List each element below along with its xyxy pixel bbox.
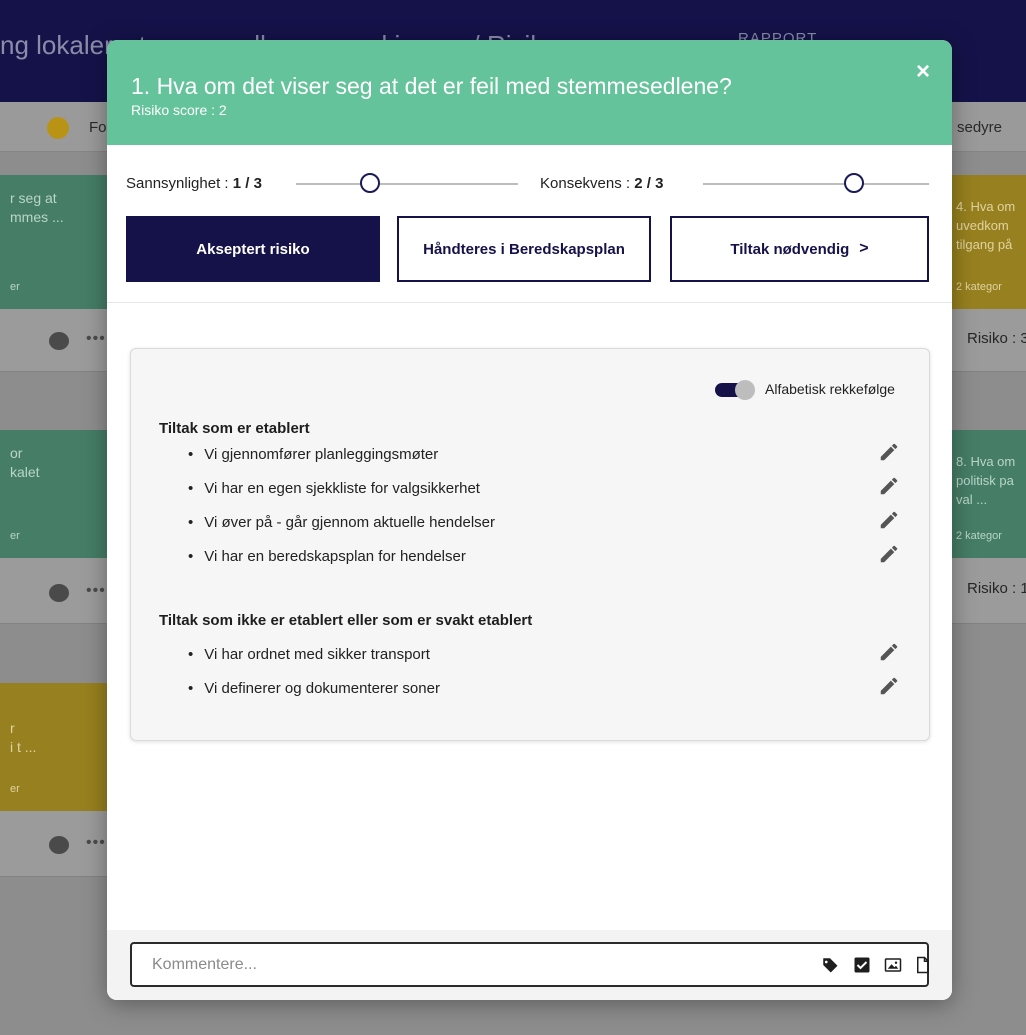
measure-item: Vi gjennomfører planleggingsmøter: [188, 446, 438, 463]
action-required-button[interactable]: Tiltak nødvendig >: [670, 216, 929, 282]
measure-item: Vi har ordnet med sikker transport: [188, 646, 430, 663]
probability-label: Sannsynlighet : 1 / 3: [126, 175, 262, 192]
accepted-risk-label: Akseptert risiko: [196, 240, 310, 258]
measure-item: Vi øver på - går gjennom aktuelle hendel…: [188, 514, 495, 531]
measure-item: Vi har en beredskapsplan for hendelser: [188, 548, 466, 565]
pencil-icon[interactable]: [878, 641, 900, 663]
image-icon[interactable]: [884, 956, 902, 974]
chat-bubble-icon[interactable]: [49, 836, 69, 854]
action-required-label: Tiltak nødvendig: [730, 240, 850, 258]
chat-bubble-icon[interactable]: [49, 584, 69, 602]
divider: [107, 302, 952, 303]
card-category: er: [10, 530, 20, 542]
toggle-knob: [735, 380, 755, 400]
comment-placeholder: Kommentere...: [152, 956, 257, 973]
probability-label-text: Sannsynlighet :: [126, 175, 233, 192]
consequence-slider-track[interactable]: [703, 183, 929, 185]
probability-value: 1 / 3: [232, 175, 262, 192]
card-category: 2 kategor: [956, 281, 1002, 293]
preparedness-plan-label: Håndteres i Beredskapsplan: [423, 240, 625, 258]
pencil-icon[interactable]: [878, 543, 900, 565]
risk-card[interactable]: r seg at mmes ... er: [0, 175, 107, 309]
measure-item: Vi definerer og dokumenterer soner: [188, 680, 440, 697]
more-icon[interactable]: •••: [86, 330, 106, 348]
consequence-slider-thumb[interactable]: [843, 173, 864, 193]
pencil-icon[interactable]: [878, 675, 900, 697]
card-text-line: or: [10, 445, 23, 461]
file-icon[interactable]: [914, 956, 932, 974]
filter-label-right[interactable]: sedyre: [957, 119, 1002, 136]
probability-slider-thumb[interactable]: [360, 173, 380, 193]
measures-panel: Alfabetisk rekkefølge Tiltak som er etab…: [130, 348, 930, 741]
card-text-line: 4. Hva om: [956, 199, 1016, 214]
not-established-heading: Tiltak som ikke er etablert eller som er…: [159, 612, 533, 629]
measure-item: Vi har en egen sjekkliste for valgsikker…: [188, 480, 480, 497]
tag-icon[interactable]: [821, 956, 839, 974]
card-text-line: kalet: [10, 464, 40, 480]
chat-bubble-icon[interactable]: [49, 332, 69, 350]
risk-score: Risiko score : 2: [131, 102, 227, 118]
card-text-line: r: [10, 720, 15, 736]
probability-slider-track[interactable]: [296, 183, 518, 185]
card-text-line: politisk pa: [956, 473, 1014, 488]
alphabetical-toggle[interactable]: [715, 380, 755, 400]
card-category: 2 kategor: [956, 530, 1002, 542]
accepted-risk-button[interactable]: Akseptert risiko: [126, 216, 380, 282]
card-text-line: val ...: [956, 492, 988, 507]
preparedness-plan-button[interactable]: Håndteres i Beredskapsplan: [397, 216, 651, 282]
card-text-line: mmes ...: [10, 209, 64, 225]
pencil-icon[interactable]: [878, 509, 900, 531]
card-text-line: r seg at: [10, 190, 57, 206]
card-text-line: i t ...: [10, 739, 37, 755]
risk-card[interactable]: or kalet er: [0, 430, 107, 558]
more-icon[interactable]: •••: [86, 834, 106, 852]
risk-value: Risiko : 3: [967, 330, 1026, 347]
modal-header: 1. Hva om det viser seg at det er feil m…: [107, 40, 952, 145]
pencil-icon[interactable]: [878, 441, 900, 463]
filter-status-dot: [47, 117, 69, 139]
pencil-icon[interactable]: [878, 475, 900, 497]
card-text-line: uvedkom: [956, 218, 1009, 233]
risk-card[interactable]: 4. Hva om uvedkom tilgang på 2 kategor: [952, 175, 1026, 309]
card-category: er: [10, 783, 20, 795]
risk-card[interactable]: r i t ... er: [0, 683, 107, 811]
card-text-line: 8. Hva om: [956, 454, 1016, 469]
more-icon[interactable]: •••: [86, 582, 106, 600]
consequence-label-text: Konsekvens :: [540, 175, 635, 192]
risk-value: Risiko : 1: [967, 580, 1026, 597]
card-text-line: tilgang på: [956, 237, 1013, 252]
chevron-right-icon: >: [859, 240, 869, 257]
established-heading: Tiltak som er etablert: [159, 420, 310, 437]
modal-title: 1. Hva om det viser seg at det er feil m…: [131, 73, 732, 99]
consequence-value: 2 / 3: [634, 175, 664, 192]
consequence-label: Konsekvens : 2 / 3: [540, 175, 663, 192]
close-icon[interactable]: ×: [916, 58, 930, 86]
risk-modal: 1. Hva om det viser seg at det er feil m…: [107, 40, 952, 1000]
alphabetical-toggle-label: Alfabetisk rekkefølge: [765, 381, 895, 397]
checkbox-icon[interactable]: [853, 956, 871, 974]
filter-label-left[interactable]: Fo: [89, 119, 107, 136]
card-category: er: [10, 281, 20, 293]
risk-card[interactable]: 8. Hva om politisk pa val ... 2 kategor: [952, 430, 1026, 558]
comment-input[interactable]: Kommentere...: [130, 942, 929, 987]
